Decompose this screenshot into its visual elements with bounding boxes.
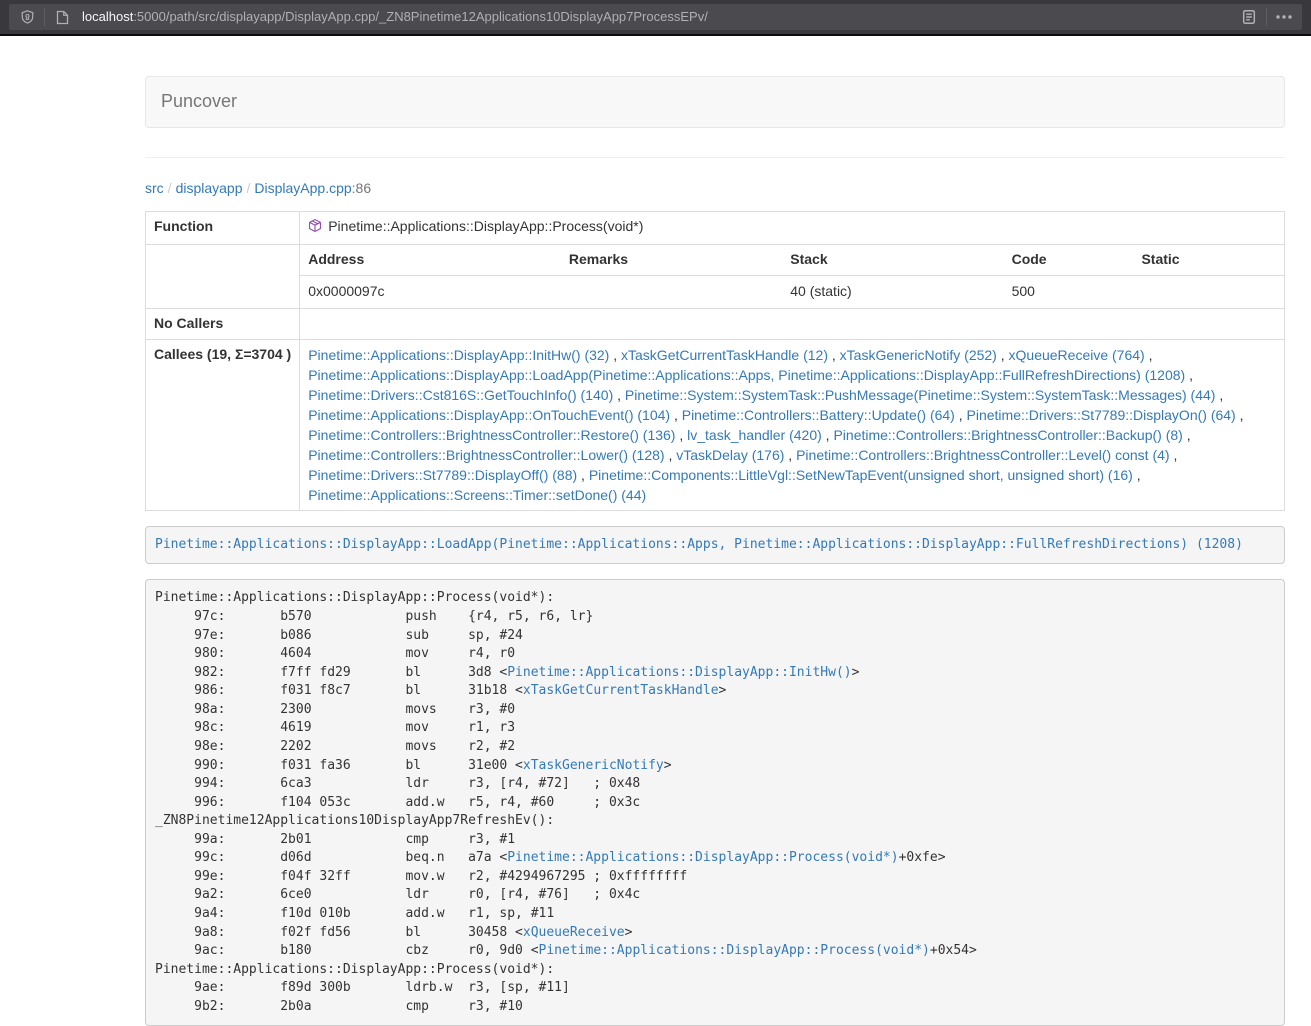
callee-link[interactable]: xTaskGetCurrentTaskHandle (12) (621, 347, 828, 363)
callee-separator: , (609, 347, 621, 363)
callee-link[interactable]: lv_task_handler (420) (687, 427, 822, 443)
no-callers-label: No Callers (146, 308, 300, 339)
callee-separator: , (828, 347, 840, 363)
callee-link[interactable]: Pinetime::Controllers::BrightnessControl… (308, 427, 675, 443)
url-host: localhost (82, 9, 133, 24)
disassembly-box: Pinetime::Applications::DisplayApp::Proc… (145, 579, 1285, 1026)
shield-icon[interactable] (15, 5, 39, 29)
highlighted-symbol-box: Pinetime::Applications::DisplayApp::Load… (145, 526, 1285, 565)
asm-symbol-link[interactable]: Pinetime::Applications::DisplayApp::Proc… (507, 850, 898, 865)
callee-link[interactable]: Pinetime::Controllers::BrightnessControl… (308, 447, 664, 463)
page-icon[interactable] (50, 5, 74, 29)
package-icon (308, 218, 322, 239)
function-details-table: AddressRemarksStackCodeStatic 0x0000097c 4… (300, 245, 1284, 308)
callee-separator: , (577, 467, 589, 483)
callee-separator: , (1236, 407, 1244, 423)
breadcrumb-line-number: :86 (352, 180, 371, 196)
code-value: 500 (1004, 275, 1134, 307)
browser-chrome: localhost:5000/path/src/displayapp/Displ… (0, 0, 1311, 34)
asm-symbol-link[interactable]: xQueueReceive (523, 925, 625, 940)
column-header-static: Static (1133, 245, 1284, 275)
callee-separator: , (613, 387, 625, 403)
url-bar[interactable]: localhost:5000/path/src/displayapp/Displ… (9, 4, 1302, 30)
breadcrumb: src/displayapp/DisplayApp.cpp:86 (145, 179, 1285, 199)
asm-symbol-link[interactable]: Pinetime::Applications::DisplayApp::Proc… (539, 943, 930, 958)
callee-separator: , (665, 447, 677, 463)
function-name: Pinetime::Applications::DisplayApp::Proc… (328, 218, 643, 234)
callee-separator: , (670, 407, 682, 423)
callee-separator: , (1170, 447, 1178, 463)
callee-separator: , (675, 427, 687, 443)
callee-link[interactable]: Pinetime::Controllers::BrightnessControl… (833, 427, 1182, 443)
callee-link[interactable]: Pinetime::System::SystemTask::PushMessag… (625, 387, 1216, 403)
remarks-value (561, 275, 782, 307)
callee-link[interactable]: xQueueReceive (764) (1009, 347, 1145, 363)
url-path: :5000/path/src/displayapp/DisplayApp.cpp… (133, 9, 708, 24)
divider (44, 8, 45, 26)
url-text[interactable]: localhost:5000/path/src/displayapp/Displ… (82, 8, 1237, 27)
column-header-remarks: Remarks (561, 245, 782, 275)
callee-separator: , (1185, 367, 1193, 383)
asm-symbol-link[interactable]: xTaskGenericNotify (523, 758, 664, 773)
empty-label-cell (146, 244, 300, 308)
function-row-label: Function (146, 211, 300, 244)
callee-separator: , (955, 407, 967, 423)
callee-separator: , (1133, 467, 1141, 483)
callee-link[interactable]: Pinetime::Controllers::BrightnessControl… (796, 447, 1169, 463)
highlighted-symbol-link[interactable]: Pinetime::Applications::DisplayApp::Load… (155, 537, 1243, 552)
no-callers-cell (300, 308, 1285, 339)
callee-link[interactable]: Pinetime::Components::LittleVgl::SetNewT… (589, 467, 1133, 483)
table-row: Callees (19, Σ=3704 ) Pinetime::Applicat… (146, 339, 1285, 510)
callee-separator: , (1215, 387, 1223, 403)
column-header-stack: Stack (782, 245, 1003, 275)
callee-link[interactable]: Pinetime::Drivers::St7789::DisplayOff() … (308, 467, 577, 483)
breadcrumb-link-src[interactable]: src (145, 180, 164, 196)
breadcrumb-separator: / (168, 180, 172, 196)
callee-separator: , (1145, 347, 1153, 363)
table-row: AddressRemarksStackCodeStatic 0x0000097c 4… (146, 244, 1285, 308)
callee-separator: , (997, 347, 1009, 363)
column-header-code: Code (1004, 245, 1134, 275)
asm-symbol-link[interactable]: xTaskGetCurrentTaskHandle (523, 683, 719, 698)
callee-link[interactable]: Pinetime::Applications::DisplayApp::Load… (308, 367, 1185, 383)
divider (1266, 8, 1267, 26)
navbar-brand[interactable]: Puncover (146, 89, 237, 115)
callee-link[interactable]: Pinetime::Drivers::Cst816S::GetTouchInfo… (308, 387, 613, 403)
callee-link[interactable]: xTaskGenericNotify (252) (840, 347, 997, 363)
symbol-table: Function Pinetime::Applications::Display… (145, 211, 1285, 511)
table-row: Function Pinetime::Applications::Display… (146, 211, 1285, 244)
callee-separator: , (822, 427, 834, 443)
table-row: No Callers (146, 308, 1285, 339)
breadcrumb-link-displayapp[interactable]: displayapp (176, 180, 243, 196)
callee-separator: , (784, 447, 796, 463)
callee-link[interactable]: Pinetime::Applications::DisplayApp::Init… (308, 347, 609, 363)
page-container: Puncover src/displayapp/DisplayApp.cpp:8… (145, 76, 1285, 1026)
callee-link[interactable]: vTaskDelay (176) (676, 447, 784, 463)
callee-separator: , (1183, 427, 1191, 443)
callee-link[interactable]: Pinetime::Applications::Screens::Timer::… (308, 487, 646, 503)
stack-value: 40 (static) (782, 275, 1003, 307)
breadcrumb-link-displayapp-cpp[interactable]: DisplayApp.cpp (254, 180, 351, 196)
asm-symbol-link[interactable]: Pinetime::Applications::DisplayApp::Init… (507, 665, 851, 680)
address-value: 0x0000097c (300, 275, 561, 307)
callees-list: Pinetime::Applications::DisplayApp::Init… (300, 339, 1285, 510)
breadcrumb-separator: / (247, 180, 251, 196)
reader-view-icon[interactable] (1237, 5, 1261, 29)
callee-link[interactable]: Pinetime::Controllers::Battery::Update()… (682, 407, 955, 423)
callees-label: Callees (19, Σ=3704 ) (146, 339, 300, 510)
chrome-bottom-line (0, 34, 1311, 36)
divider (145, 157, 1285, 158)
static-value (1133, 275, 1284, 307)
callee-link[interactable]: Pinetime::Applications::DisplayApp::OnTo… (308, 407, 670, 423)
callee-link[interactable]: Pinetime::Drivers::St7789::DisplayOn() (… (967, 407, 1236, 423)
column-header-address: Address (300, 245, 561, 275)
more-options-icon[interactable] (1272, 5, 1296, 29)
navbar: Puncover (145, 76, 1285, 128)
